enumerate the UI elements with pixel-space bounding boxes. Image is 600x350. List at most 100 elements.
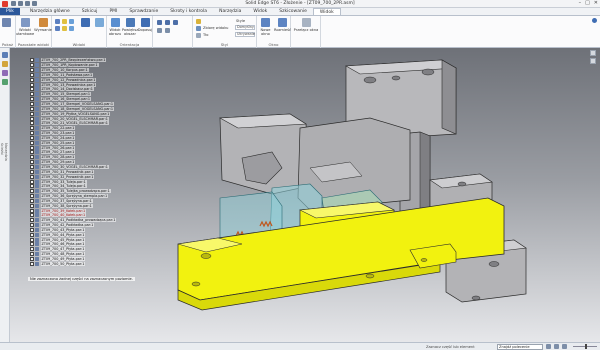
checkbox-icon[interactable] xyxy=(30,174,34,179)
layers-icon[interactable] xyxy=(2,61,8,67)
spin-icon[interactable] xyxy=(157,28,162,33)
checkbox-icon[interactable] xyxy=(30,252,34,257)
command-finder-input[interactable]: Znajdź polecenie xyxy=(497,344,543,350)
background-select[interactable]: Ukrywanie xyxy=(235,32,255,37)
checkbox-icon[interactable] xyxy=(30,232,34,237)
part-icon xyxy=(35,58,39,63)
tab-pmi[interactable]: PMI xyxy=(103,8,123,15)
new-window-button[interactable]: Nowe okno xyxy=(258,18,273,36)
checkbox-icon[interactable] xyxy=(30,227,34,232)
checkbox-icon[interactable] xyxy=(30,58,34,63)
look-icon[interactable] xyxy=(165,28,170,33)
view-front-icon[interactable] xyxy=(62,19,67,24)
checkbox-icon[interactable] xyxy=(30,160,34,165)
checkbox-icon[interactable] xyxy=(30,97,34,102)
maximize-button[interactable]: □ xyxy=(585,0,590,6)
graphics-viewport[interactable]: ZT09_700_2PR_Bezpieczeństwo.par:1 ZT09_70… xyxy=(10,48,600,342)
pathfinder-icon[interactable] xyxy=(2,52,8,58)
fit-button[interactable]: Dopasuj xyxy=(138,18,152,32)
checkbox-icon[interactable] xyxy=(30,82,34,87)
top-view-icon[interactable] xyxy=(590,50,596,56)
shaded-view-button[interactable] xyxy=(79,18,91,28)
image-view-button[interactable]: Widok obrazu xyxy=(108,18,122,36)
checkbox-icon[interactable] xyxy=(30,77,34,82)
tab-view[interactable]: Widok xyxy=(312,8,341,15)
checkbox-icon[interactable] xyxy=(30,179,34,184)
checkbox-icon[interactable] xyxy=(30,102,34,107)
checkbox-icon[interactable] xyxy=(30,203,34,208)
rotate-icon[interactable] xyxy=(157,20,162,25)
checkbox-icon[interactable] xyxy=(30,247,34,252)
display-style-icon[interactable] xyxy=(196,19,201,24)
zoom-in-icon[interactable] xyxy=(546,344,551,349)
checkbox-icon[interactable] xyxy=(30,257,34,262)
tab-environments[interactable]: Skroty i kontrola xyxy=(164,8,213,15)
wireframe-view-button[interactable] xyxy=(93,18,105,28)
checkbox-icon[interactable] xyxy=(30,63,34,68)
switch-windows-button[interactable]: Przełącz okna xyxy=(293,18,319,32)
view-iso-icon[interactable] xyxy=(55,26,60,31)
tab-file[interactable]: Plik xyxy=(0,8,20,15)
checkbox-icon[interactable] xyxy=(30,92,34,97)
view-tri-icon[interactable] xyxy=(69,26,74,31)
feature-library-icon[interactable] xyxy=(2,70,8,76)
checkbox-icon[interactable] xyxy=(30,223,34,228)
tab-view-2[interactable]: Widok xyxy=(247,8,273,15)
checkbox-icon[interactable] xyxy=(30,237,34,242)
close-button[interactable]: ✕ xyxy=(594,0,598,6)
pan-icon[interactable] xyxy=(165,20,170,25)
zoom-slider-handle[interactable] xyxy=(585,344,587,349)
checkbox-icon[interactable] xyxy=(30,194,34,199)
checkbox-icon[interactable] xyxy=(30,126,34,131)
checkbox-icon[interactable] xyxy=(30,140,34,145)
display-icon[interactable] xyxy=(196,26,201,31)
checkbox-icon[interactable] xyxy=(30,242,34,247)
checkbox-icon[interactable] xyxy=(30,135,34,140)
checkbox-icon[interactable] xyxy=(30,218,34,223)
checkbox-icon[interactable] xyxy=(30,169,34,174)
iso-view-icon[interactable] xyxy=(590,58,596,64)
checkbox-icon[interactable] xyxy=(30,213,34,218)
checkbox-icon[interactable] xyxy=(30,87,34,92)
parts-library-icon[interactable] xyxy=(2,79,8,85)
zoom-icon[interactable] xyxy=(173,20,178,25)
tab-inspect[interactable]: Sprawdzanie xyxy=(123,8,164,15)
checkbox-icon[interactable] xyxy=(30,155,34,160)
tab-sketch[interactable]: Szkicuj xyxy=(76,8,104,15)
checkbox-icon[interactable] xyxy=(30,145,34,150)
zoom-out-icon[interactable] xyxy=(554,344,559,349)
checkbox-icon[interactable] xyxy=(30,150,34,155)
arrange-button[interactable]: Rozmieść xyxy=(274,18,291,32)
tree-item[interactable]: ZT09_700_50_Płyta.par:1 xyxy=(30,261,140,266)
view-top-icon[interactable] xyxy=(55,19,60,24)
view-dim-icon[interactable] xyxy=(62,26,67,31)
help-icon[interactable] xyxy=(592,18,597,23)
fit-icon[interactable] xyxy=(562,344,567,349)
checkbox-icon[interactable] xyxy=(30,198,34,203)
fraction-views-button[interactable]: Widoki ułamkowe xyxy=(16,18,34,36)
window-button[interactable] xyxy=(2,18,11,28)
view-right-icon[interactable] xyxy=(69,19,74,24)
checkbox-icon[interactable] xyxy=(30,106,34,111)
minimize-button[interactable]: – xyxy=(579,0,582,6)
checkbox-icon[interactable] xyxy=(30,68,34,73)
checkbox-icon[interactable] xyxy=(30,131,34,136)
zoom-area-button[interactable]: Powiększ obszar xyxy=(122,18,138,36)
tab-drawing[interactable]: Szkicowanie xyxy=(273,8,313,15)
checkbox-icon[interactable] xyxy=(30,189,34,194)
checkbox-icon[interactable] xyxy=(30,72,34,77)
part-icon xyxy=(35,121,39,126)
checkbox-icon[interactable] xyxy=(30,164,34,169)
breakout-button[interactable]: Wyrwanie xyxy=(34,18,52,32)
tab-home[interactable]: Narzędzia główne xyxy=(24,8,76,15)
checkbox-icon[interactable] xyxy=(30,261,34,266)
checkbox-icon[interactable] xyxy=(30,116,34,121)
checkbox-icon[interactable] xyxy=(30,111,34,116)
background-icon[interactable] xyxy=(196,33,201,38)
style-select[interactable]: Domyślny xyxy=(235,25,255,30)
zoom-slider[interactable] xyxy=(573,344,597,349)
checkbox-icon[interactable] xyxy=(30,208,34,213)
checkbox-icon[interactable] xyxy=(30,121,34,126)
checkbox-icon[interactable] xyxy=(30,184,34,189)
tab-tools[interactable]: Narzędzia xyxy=(213,8,247,15)
